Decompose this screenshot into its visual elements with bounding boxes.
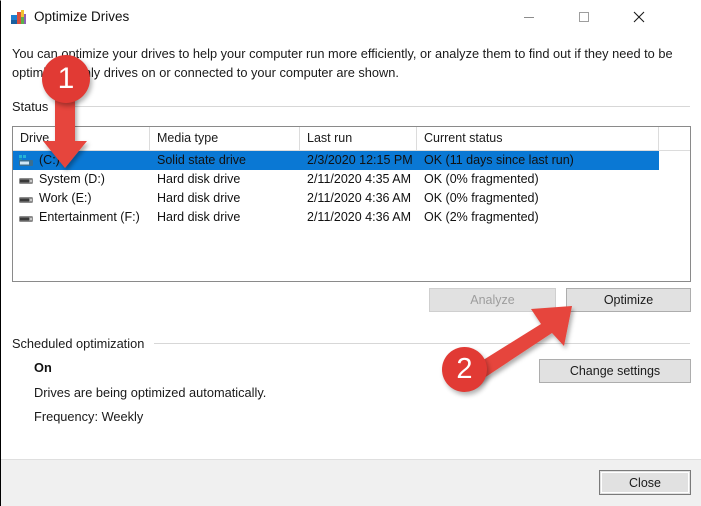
cell-media-type: Hard disk drive [157, 210, 241, 224]
scheduled-frequency: Frequency: Weekly [34, 409, 144, 424]
close-button[interactable]: Close [599, 470, 691, 495]
scheduled-state: On [34, 360, 52, 375]
cell-media-type: Solid state drive [157, 153, 246, 167]
cell-drive: Work (E:) [39, 191, 92, 205]
drive-list-header: Drive Media type Last run Current status [13, 127, 690, 151]
annotation-badge-1: 1 [42, 55, 90, 103]
cell-last-run: 2/11/2020 4:36 AM [307, 191, 412, 205]
cell-current-status: OK (2% fragmented) [424, 210, 539, 224]
optimize-button[interactable]: Optimize [566, 288, 691, 312]
column-header-last-run[interactable]: Last run [300, 127, 417, 150]
cell-drive: Entertainment (F:) [39, 210, 140, 224]
title-bar: Optimize Drives [1, 1, 701, 35]
scheduled-section-header: Scheduled optimization [12, 336, 690, 351]
change-settings-button[interactable]: Change settings [539, 359, 691, 383]
cell-drive: System (D:) [39, 172, 105, 186]
table-row[interactable]: Entertainment (F:) Hard disk drive 2/11/… [13, 208, 690, 227]
annotation-badge-2: 2 [442, 347, 487, 392]
column-header-drive[interactable]: Drive [13, 127, 150, 150]
cell-media-type: Hard disk drive [157, 191, 241, 205]
cell-current-status: OK (0% fragmented) [424, 172, 539, 186]
description-text: You can optimize your drives to help you… [12, 46, 673, 80]
optimize-drives-window: Optimize Drives You can optimize your dr… [0, 0, 701, 506]
cell-media-type: Hard disk drive [157, 172, 241, 186]
cell-last-run: 2/11/2020 4:35 AM [307, 172, 412, 186]
maximize-button[interactable] [561, 1, 607, 32]
minimize-icon [524, 16, 534, 18]
table-row[interactable]: Work (E:) Hard disk drive 2/11/2020 4:36… [13, 189, 690, 208]
drive-list[interactable]: Drive Media type Last run Current status [12, 126, 691, 282]
scheduled-section-label: Scheduled optimization [12, 336, 145, 351]
close-icon [633, 11, 645, 22]
minimize-button[interactable] [506, 1, 552, 32]
scheduled-detail: Drives are being optimized automatically… [34, 385, 267, 400]
close-window-button[interactable] [616, 1, 662, 32]
status-section-label: Status [12, 99, 49, 114]
cell-last-run: 2/11/2020 4:36 AM [307, 210, 412, 224]
maximize-icon [579, 11, 589, 22]
footer-bar [1, 459, 701, 506]
table-row[interactable]: (C:) Solid state drive 2/3/2020 12:15 PM… [13, 151, 690, 170]
analyze-button[interactable]: Analyze [429, 288, 556, 312]
cell-drive: (C:) [39, 153, 60, 167]
status-section-rule [58, 106, 690, 107]
drive-list-body: (C:) Solid state drive 2/3/2020 12:15 PM… [13, 151, 690, 227]
defrag-icon [10, 9, 27, 26]
column-header-spacer [659, 127, 690, 150]
cell-last-run: 2/3/2020 12:15 PM [307, 153, 413, 167]
cell-current-status: OK (0% fragmented) [424, 191, 539, 205]
column-header-media-type[interactable]: Media type [150, 127, 300, 150]
table-row[interactable]: System (D:) Hard disk drive 2/11/2020 4:… [13, 170, 690, 189]
cell-current-status: OK (11 days since last run) [424, 153, 574, 167]
status-section-header: Status [12, 99, 690, 114]
column-header-current-status[interactable]: Current status [417, 127, 659, 150]
scheduled-section-rule [154, 343, 690, 344]
window-title: Optimize Drives [34, 9, 130, 24]
